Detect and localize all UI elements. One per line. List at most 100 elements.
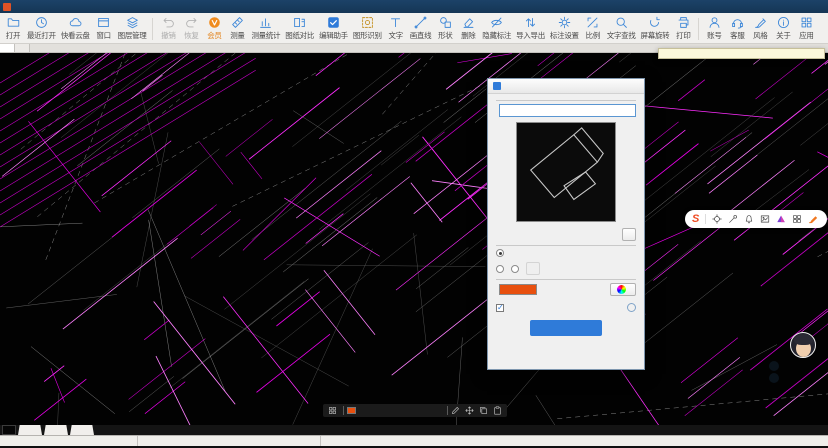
help-icon[interactable] xyxy=(627,303,636,312)
annotation-copy-button[interactable] xyxy=(479,406,488,415)
dialog-title-bar[interactable] xyxy=(488,79,644,94)
color-group-legend xyxy=(496,279,636,280)
toolbar-button-assist[interactable]: 编辑助手 xyxy=(317,16,350,41)
toolbar-button-vip[interactable]: 会员 xyxy=(203,16,225,41)
toolbar-button-line[interactable]: 画直线 xyxy=(408,16,434,41)
rotate-icon xyxy=(648,16,661,29)
toolbar-button-print[interactable]: 打印 xyxy=(672,16,694,41)
filter-checkbox[interactable] xyxy=(496,304,504,312)
toolbar-button-compare[interactable]: 图纸对比 xyxy=(283,16,316,41)
user-avatar[interactable] xyxy=(790,332,816,358)
compare-icon xyxy=(293,16,306,29)
category-color-swatch xyxy=(347,407,356,414)
quick-bell-button[interactable] xyxy=(744,214,754,224)
quick-crosshair-button[interactable] xyxy=(712,214,722,224)
shape-name-input[interactable] xyxy=(499,104,636,117)
toolbar-button-label: 形状 xyxy=(438,30,452,41)
toolbar-button-label: 图形识别 xyxy=(353,30,382,41)
select-region-button xyxy=(526,262,540,275)
doc-tab-1[interactable] xyxy=(0,44,15,52)
annotation-clipboard-button[interactable] xyxy=(493,406,502,415)
about-icon xyxy=(777,16,790,29)
scale-icon xyxy=(586,16,599,29)
radio-whole-drawing[interactable] xyxy=(496,249,636,257)
toolbar-button-folder[interactable]: 打开 xyxy=(2,16,24,41)
toolbar-button-label: 关于 xyxy=(776,30,790,41)
color-triangle-icon xyxy=(776,214,786,224)
display-issue-notification xyxy=(658,48,825,59)
toolbar-button-support[interactable]: 客服 xyxy=(726,16,748,41)
toolbar-button-shapes[interactable]: 形状 xyxy=(434,16,456,41)
toolbar-button-label: 会员 xyxy=(207,30,221,41)
divider xyxy=(137,436,138,447)
toolbar-button-about[interactable]: 关于 xyxy=(772,16,794,41)
sheet-tab-lighting[interactable] xyxy=(44,425,68,435)
toolbar-button-scale[interactable]: 比例 xyxy=(582,16,604,41)
reselect-shape-button[interactable] xyxy=(622,228,636,241)
eraser-icon xyxy=(462,16,475,29)
toolbar-button-label: 测量统计 xyxy=(251,30,280,41)
toolbar-button-style[interactable]: 风格 xyxy=(749,16,771,41)
brush-icon xyxy=(808,214,818,224)
toolbar-button-label: 图层管理 xyxy=(118,30,147,41)
toolbar-button-impexp[interactable]: 导入导出 xyxy=(514,16,547,41)
toolbar-button-ruler[interactable]: 测量 xyxy=(226,16,248,41)
quick-brush-button[interactable] xyxy=(808,214,818,224)
toolbar-button-redo[interactable]: 恢复 xyxy=(180,16,202,41)
toolbar-button-label: 导入导出 xyxy=(516,30,545,41)
toolbar-button-window[interactable]: 窗口 xyxy=(93,16,115,41)
search-icon xyxy=(615,16,628,29)
crosshair-icon xyxy=(712,214,722,224)
start-recognition-button[interactable] xyxy=(530,320,602,336)
quick-snap-button[interactable] xyxy=(728,214,738,224)
toolbar-button-settings[interactable]: 标注设置 xyxy=(548,16,581,41)
annotation-move-button[interactable] xyxy=(465,406,474,415)
toolbar-button-stats[interactable]: 测量统计 xyxy=(249,16,282,41)
toolbar-button-cloud[interactable]: 快看云盘 xyxy=(59,16,92,41)
sheet-tab-low-voltage[interactable] xyxy=(70,425,94,435)
page: { "window": { "title": "CAD快速看图 - E:\\01… xyxy=(0,0,828,448)
annotation-grid-button[interactable] xyxy=(328,406,337,415)
sheet-tab-model[interactable] xyxy=(2,425,16,435)
toolbar-button-clock[interactable]: 最近打开 xyxy=(25,16,58,41)
cad-drawing xyxy=(0,53,828,425)
sheet-tab-bar xyxy=(0,425,828,435)
camera-top-flap xyxy=(574,128,603,162)
divider xyxy=(320,436,321,447)
quick-screenshot-button[interactable] xyxy=(760,214,770,224)
toolbar-button-apps[interactable]: 应用 xyxy=(795,16,817,41)
toolbar-button-undo[interactable]: 撤销 xyxy=(157,16,179,41)
separator xyxy=(343,406,344,415)
toolbar-button-label: 账号 xyxy=(707,30,721,41)
layers-icon xyxy=(126,16,139,29)
support-icon xyxy=(731,16,744,29)
toolbar-button-label: 应用 xyxy=(799,30,813,41)
toolbar-button-search[interactable]: 文字查找 xyxy=(605,16,638,41)
separator xyxy=(705,214,706,224)
line-icon xyxy=(414,16,427,29)
drawing-canvas[interactable] xyxy=(0,53,828,425)
toolbar-button-eraser[interactable]: 删除 xyxy=(457,16,479,41)
choose-color-button[interactable] xyxy=(610,283,636,296)
annotation-edit-button[interactable] xyxy=(451,406,460,415)
text-icon xyxy=(389,16,402,29)
toolbar-button-account[interactable]: 账号 xyxy=(703,16,725,41)
toolbar-button-recognize[interactable]: 图形识别 xyxy=(351,16,384,41)
toolbar-button-text[interactable]: 文字 xyxy=(385,16,407,41)
toolbar-button-label: 比例 xyxy=(586,30,600,41)
status-bar xyxy=(0,435,828,446)
bell-icon xyxy=(744,214,754,224)
radio-polygon-region[interactable] xyxy=(511,265,522,273)
separator xyxy=(447,406,448,415)
quick-color-triangle-button[interactable] xyxy=(776,214,786,224)
doc-tab-2[interactable] xyxy=(15,44,30,52)
toolbar-button-layers[interactable]: 图层管理 xyxy=(116,16,149,41)
quick-grid-button[interactable] xyxy=(792,214,802,224)
s-logo-icon[interactable]: S xyxy=(692,214,699,225)
sheet-tab-power[interactable] xyxy=(18,425,42,435)
toolbar-button-rotate[interactable]: 屏幕旋转 xyxy=(639,16,672,41)
shape-preview xyxy=(516,122,616,222)
toolbar-button-label: 屏幕旋转 xyxy=(641,30,670,41)
radio-rect-region[interactable] xyxy=(496,265,507,273)
toolbar-button-hide[interactable]: 隐藏标注 xyxy=(480,16,513,41)
